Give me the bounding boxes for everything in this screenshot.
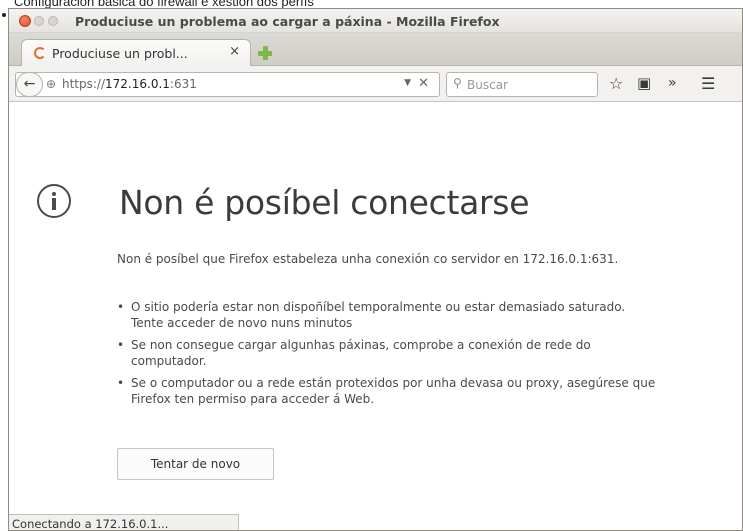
status-bar: Conectando a 172.16.0.1... [9, 514, 239, 530]
info-icon-stem [52, 198, 56, 210]
error-description: Non é posíbel que Firefox estabeleza unh… [117, 252, 619, 266]
title-bar: Produciuse un problema ao cargar a páxin… [9, 9, 742, 33]
caption-bullet [2, 13, 6, 17]
url-suffix: :631 [169, 77, 197, 91]
search-bar[interactable]: ⚲ [446, 72, 598, 97]
url-text[interactable]: https://172.16.0.1:631 [62, 77, 197, 91]
url-prefix: https:// [62, 77, 106, 91]
window-close-button[interactable] [19, 15, 31, 27]
list-item: Se non consegue cargar algunhas páxinas,… [117, 337, 657, 369]
error-tips-list: O sitio podería estar non dispoñíbel tem… [117, 299, 657, 413]
navigation-toolbar: ← ⊕ https://172.16.0.1:631 ▼ ✕ ⚲ ☆ ▣ » ☰ [9, 66, 742, 102]
tab-active[interactable]: Produciuse un probl... × [21, 39, 251, 67]
new-tab-button[interactable] [255, 43, 275, 63]
info-icon [37, 184, 71, 218]
retry-button[interactable]: Tentar de novo [117, 448, 274, 480]
back-button[interactable]: ← [16, 72, 43, 97]
dropdown-arrow-icon[interactable]: ▼ [404, 78, 411, 88]
error-title: Non é posíbel conectarse [119, 183, 530, 222]
tab-strip: Produciuse un probl... × [9, 33, 742, 67]
overflow-chevron-icon[interactable]: » [668, 75, 677, 91]
url-host: 172.16.0.1 [105, 77, 170, 91]
caption-text: Configuración básica do firewall e xesti… [14, 0, 314, 8]
star-icon[interactable]: ☆ [609, 74, 623, 93]
info-icon-dot [52, 192, 56, 196]
globe-icon: ⊕ [46, 77, 57, 91]
search-input[interactable] [467, 75, 592, 94]
stop-icon[interactable]: ✕ [418, 76, 429, 91]
window-maximize-button[interactable] [48, 16, 58, 26]
loading-spinner-icon [34, 47, 46, 59]
list-item: O sitio podería estar non dispoñíbel tem… [117, 299, 657, 331]
hamburger-menu-icon[interactable]: ☰ [701, 74, 715, 93]
url-bar[interactable]: ← ⊕ https://172.16.0.1:631 ▼ ✕ [15, 72, 440, 97]
page-content: Non é posíbel conectarse Non é posíbel q… [9, 103, 742, 530]
window-minimize-button[interactable] [34, 16, 44, 26]
tab-label: Produciuse un probl... [52, 46, 188, 61]
list-item: Se o computador ou a rede están protexid… [117, 375, 657, 407]
search-icon: ⚲ [453, 76, 462, 90]
tab-close-icon[interactable]: × [229, 44, 240, 59]
reader-icon[interactable]: ▣ [637, 74, 651, 92]
plus-icon-vertical [263, 46, 268, 60]
firefox-window: Produciuse un problema ao cargar a páxin… [8, 8, 743, 531]
window-title: Produciuse un problema ao cargar a páxin… [75, 14, 500, 29]
